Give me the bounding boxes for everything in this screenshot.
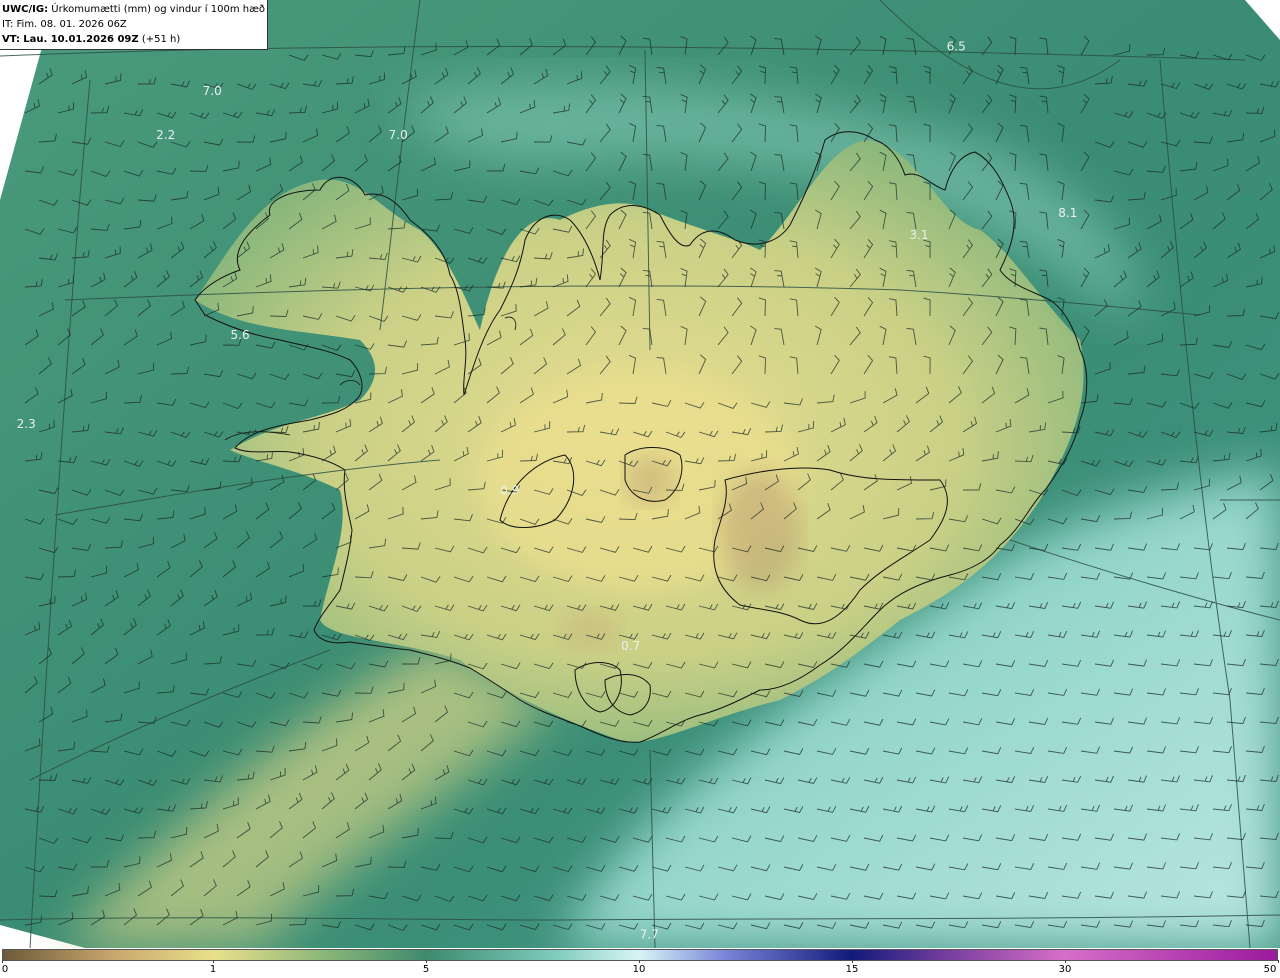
init-time: Fim. 08. 01. 2026 06Z — [16, 19, 127, 30]
value-label: 8.1 — [1058, 206, 1077, 220]
value-label: 5.6 — [231, 328, 250, 342]
lead-time: (+51 h) — [141, 34, 181, 45]
precipitation-wind-map: 4.34.28.02.96.87.56.57.02.27.08.13.15.62… — [0, 0, 1280, 948]
value-label: 6.5 — [947, 39, 966, 53]
value-label: 0.9 — [500, 483, 519, 497]
valid-label: VT: — [2, 34, 21, 45]
value-label: 2.2 — [156, 128, 175, 142]
colorbar-tick-label: 15 — [845, 964, 859, 975]
colorbar-strip — [2, 949, 1278, 961]
colorbar-tick-label: 10 — [632, 964, 646, 975]
colorbar-tickmark — [2, 960, 3, 963]
colorbar-tickmark — [426, 960, 427, 963]
colorbar-tickmark — [213, 960, 214, 963]
colorbar: 0 1 5 10 15 30 50 — [0, 948, 1280, 978]
valid-time: Lau. 10.01.2026 09Z — [23, 34, 139, 45]
value-label: 2.3 — [17, 417, 36, 431]
colorbar-tick-label: 1 — [209, 964, 217, 975]
colorbar-tickmark — [852, 960, 853, 963]
colorbar-tickmark — [1065, 960, 1066, 963]
value-label: 7.0 — [389, 128, 408, 142]
colorbar-tickmark — [639, 960, 640, 963]
map-title: Úrkomumætti (mm) og vindur í 100m hæð — [51, 4, 266, 15]
colorbar-tick-label: 5 — [422, 964, 430, 975]
value-label: 3.1 — [909, 228, 928, 242]
model-name: UWC/IG: — [2, 4, 49, 15]
colorbar-tick-label: 0 — [1, 964, 9, 975]
value-label: 7.7 — [640, 927, 659, 941]
value-label: 7.0 — [203, 84, 222, 98]
value-label: 0.7 — [621, 639, 640, 653]
colorbar-tick-label: 30 — [1058, 964, 1072, 975]
init-label: IT: — [2, 19, 14, 30]
colorbar-tickmark — [1278, 960, 1279, 963]
map-header: UWC/IG: Úrkomumætti (mm) og vindur í 100… — [0, 0, 268, 50]
colorbar-tick-label: 50 — [1263, 964, 1277, 975]
